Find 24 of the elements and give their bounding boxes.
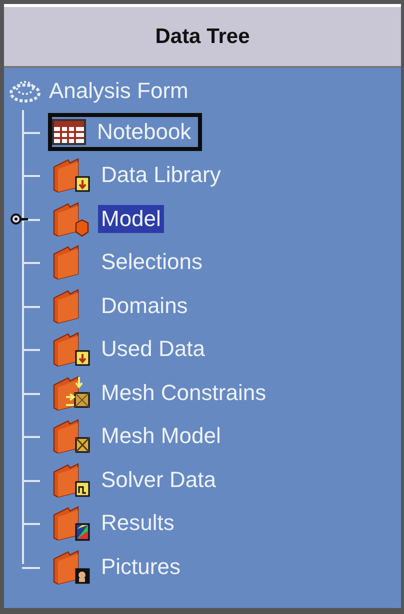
folder-arrows-icon <box>52 374 90 411</box>
tree-item[interactable]: Model <box>98 204 164 233</box>
tree-item[interactable]: Analysis Form <box>46 77 192 105</box>
folder-step-icon <box>52 462 90 498</box>
folder-gradient-icon <box>52 505 90 542</box>
tree-item[interactable]: Pictures <box>98 552 184 581</box>
table-icon <box>52 118 86 145</box>
expander-icon[interactable] <box>10 212 30 225</box>
tree-item[interactable]: Selections <box>98 248 206 276</box>
tree-item[interactable]: Used Data <box>98 335 208 364</box>
panel-title: Data Tree <box>155 24 250 48</box>
tree-item[interactable]: Mesh Model <box>98 422 224 450</box>
dotted-ring-icon <box>8 78 42 104</box>
folder-figure-icon <box>52 548 90 585</box>
tree-item[interactable]: Notebook <box>94 118 194 146</box>
folder-cube-icon <box>52 200 90 237</box>
folder-cross-icon <box>52 418 90 454</box>
folder-arrow-icon <box>52 157 90 194</box>
tree-item[interactable]: Solver Data <box>98 466 219 494</box>
tree-item[interactable]: Results <box>98 509 178 538</box>
tree-item[interactable]: Data Library <box>98 161 224 190</box>
tree-item[interactable]: Mesh Constrains <box>98 378 270 407</box>
tree-item[interactable]: Domains <box>98 292 191 320</box>
folder-arrow-icon <box>52 331 90 368</box>
